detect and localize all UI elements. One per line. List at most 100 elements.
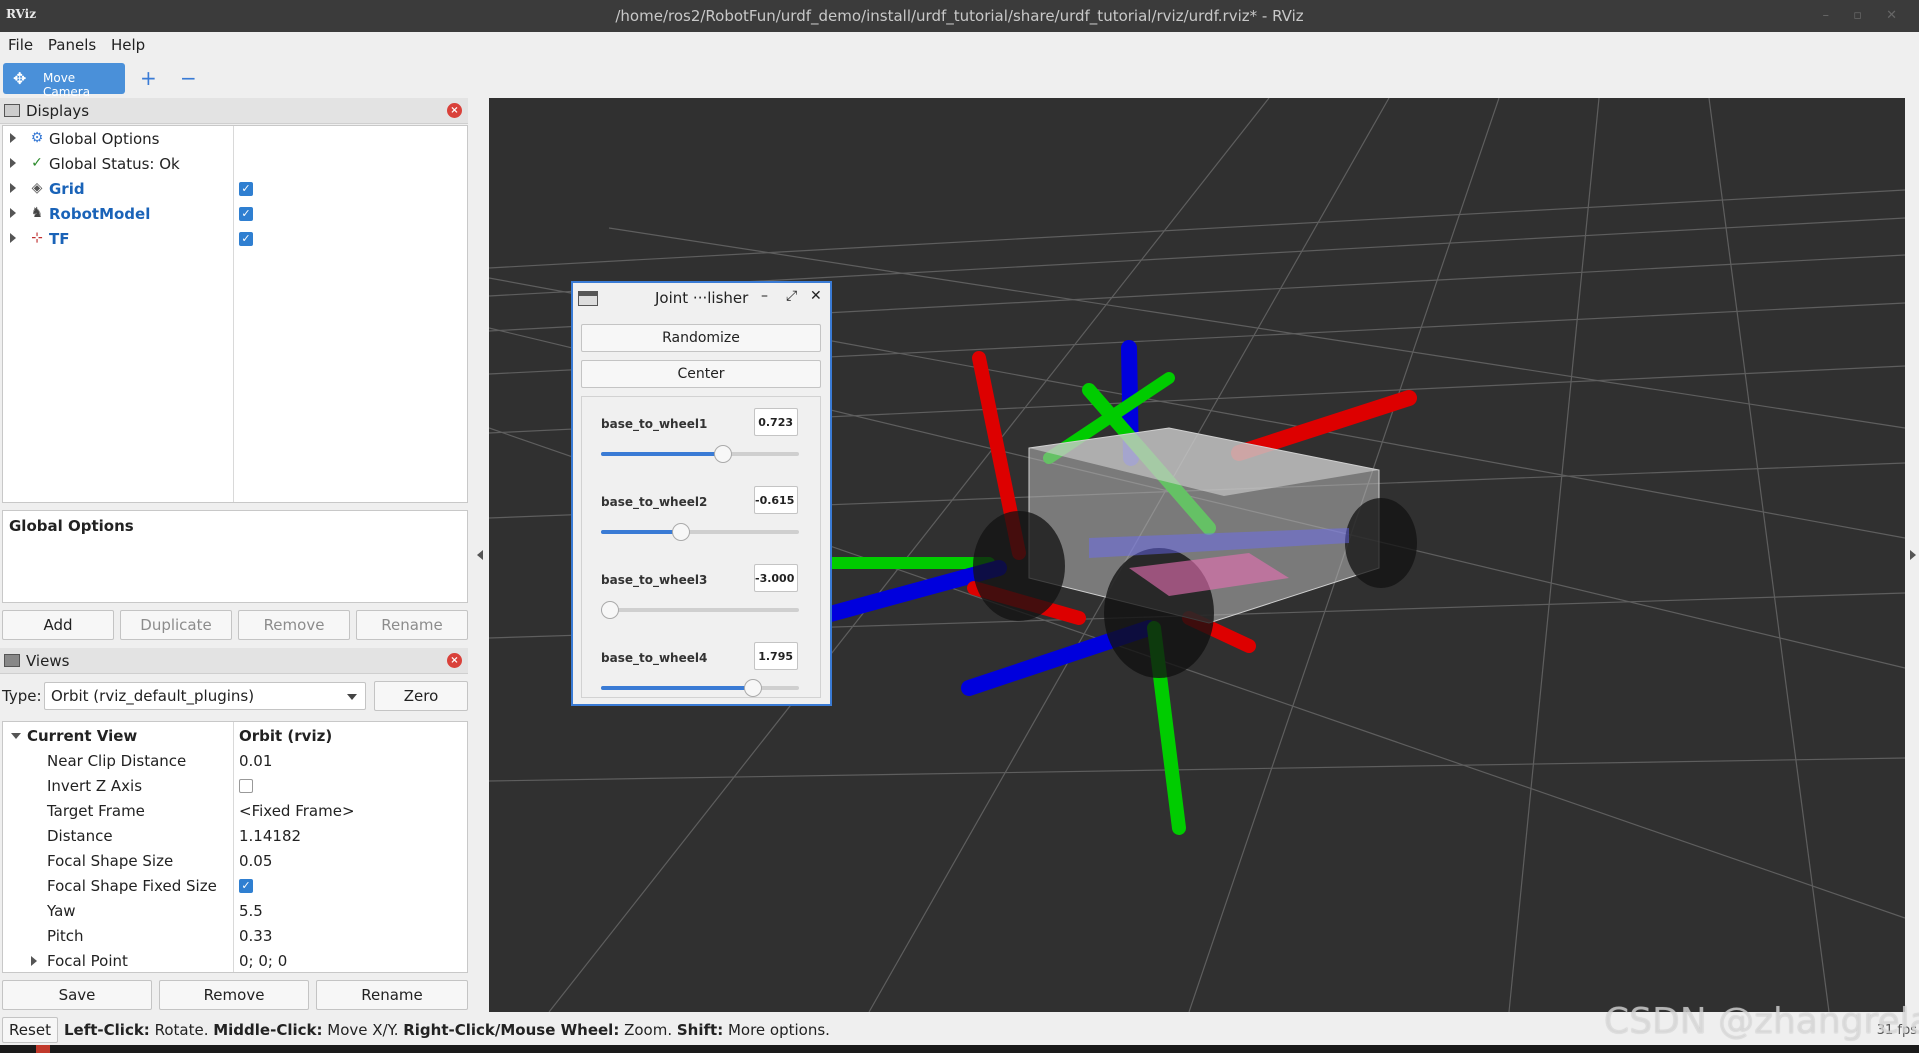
- watermark: CSDN @zhangrelay: [1604, 1001, 1919, 1042]
- prop-value[interactable]: 0.05: [239, 852, 272, 870]
- remove-display-button[interactable]: Remove: [238, 610, 350, 640]
- focal-fixed-checkbox[interactable]: ✓: [239, 879, 253, 893]
- window-controls[interactable]: – ▫ ✕: [1823, 8, 1907, 23]
- expand-arrow-icon[interactable]: [10, 208, 16, 218]
- view-prop-focal-shape-fixed[interactable]: Focal Shape Fixed Size ✓: [3, 874, 467, 899]
- displays-panel-header: Displays ×: [0, 98, 468, 124]
- current-view-row[interactable]: Current View Orbit (rviz): [3, 724, 467, 749]
- prop-key: Pitch: [47, 927, 84, 945]
- display-row-global-status[interactable]: ✓ Global Status: Ok: [3, 152, 467, 177]
- center-button[interactable]: Center: [581, 360, 821, 388]
- joint-window-title: Joint ···lisher: [655, 289, 749, 307]
- close-views-icon[interactable]: ×: [447, 653, 462, 668]
- right-dock-splitter[interactable]: [1905, 98, 1919, 1012]
- taskbar-marker: [36, 1045, 50, 1053]
- hint-key: Right-Click/Mouse Wheel:: [403, 1021, 620, 1039]
- joint-value-input[interactable]: -0.615: [754, 486, 798, 514]
- tf-enabled-checkbox[interactable]: ✓: [239, 232, 253, 246]
- close-icon[interactable]: ✕: [810, 288, 822, 304]
- view-prop-yaw[interactable]: Yaw 5.5: [3, 899, 467, 924]
- view-prop-distance[interactable]: Distance 1.14182: [3, 824, 467, 849]
- joint-name: base_to_wheel2: [601, 495, 708, 509]
- joint-name: base_to_wheel3: [601, 573, 708, 587]
- joint-slider[interactable]: [601, 445, 799, 463]
- display-row-global-options[interactable]: ⚙ Global Options: [3, 127, 467, 152]
- joint-row: base_to_wheel2 -0.615: [582, 475, 820, 553]
- display-row-grid[interactable]: ◈ Grid ✓: [3, 177, 467, 202]
- invert-z-checkbox[interactable]: [239, 779, 253, 793]
- collapse-arrow-icon[interactable]: [11, 733, 21, 739]
- view-prop-target-frame[interactable]: Target Frame <Fixed Frame>: [3, 799, 467, 824]
- add-button[interactable]: Add: [2, 610, 114, 640]
- remove-view-button[interactable]: Remove: [159, 980, 309, 1010]
- expand-arrow-icon[interactable]: [10, 233, 16, 243]
- grid-enabled-checkbox[interactable]: ✓: [239, 182, 253, 196]
- add-tool-icon[interactable]: +: [140, 66, 157, 90]
- maximize-icon[interactable]: ⤢: [786, 288, 797, 304]
- rename-view-button[interactable]: Rename: [316, 980, 468, 1010]
- joint-state-publisher-window[interactable]: Joint ···lisher – ⤢ ✕ Randomize Center b…: [571, 281, 832, 706]
- prop-value[interactable]: 1.14182: [239, 827, 301, 845]
- duplicate-button[interactable]: Duplicate: [120, 610, 232, 640]
- expand-right-icon[interactable]: [1910, 550, 1916, 560]
- prop-key: Focal Shape Size: [47, 852, 174, 870]
- prop-key: Invert Z Axis: [47, 777, 143, 795]
- prop-value[interactable]: 0.33: [239, 927, 272, 945]
- views-tree: Current View Orbit (rviz) Near Clip Dist…: [2, 721, 468, 973]
- view-prop-pitch[interactable]: Pitch 0.33: [3, 924, 467, 949]
- view-prop-invert-z[interactable]: Invert Z Axis: [3, 774, 467, 799]
- prop-key: Target Frame: [47, 802, 145, 820]
- display-label: Global Status: Ok: [49, 155, 180, 173]
- randomize-button[interactable]: Randomize: [581, 324, 821, 352]
- expand-arrow-icon[interactable]: [31, 956, 37, 966]
- slider-handle[interactable]: [671, 523, 690, 541]
- expand-arrow-icon[interactable]: [10, 133, 16, 143]
- slider-fill: [601, 530, 681, 534]
- robot-icon: ♞: [30, 205, 44, 221]
- prop-value[interactable]: 0; 0; 0: [239, 952, 287, 970]
- joint-slider[interactable]: [601, 523, 799, 541]
- menu-panels[interactable]: Panels: [40, 32, 96, 54]
- prop-value[interactable]: 5.5: [239, 902, 263, 920]
- joint-value-input[interactable]: 1.795: [754, 642, 798, 670]
- slider-fill: [601, 452, 723, 456]
- slider-handle[interactable]: [744, 679, 763, 697]
- views-panel-header: Views ×: [0, 648, 468, 674]
- display-row-tf[interactable]: ⊹ TF ✓: [3, 227, 467, 252]
- slider-handle[interactable]: [713, 445, 732, 463]
- view-prop-near-clip[interactable]: Near Clip Distance 0.01: [3, 749, 467, 774]
- robotmodel-enabled-checkbox[interactable]: ✓: [239, 207, 253, 221]
- prop-key: Focal Point: [47, 952, 128, 970]
- rename-display-button[interactable]: Rename: [356, 610, 468, 640]
- joint-window-titlebar[interactable]: Joint ···lisher – ⤢ ✕: [573, 283, 830, 313]
- expand-arrow-icon[interactable]: [10, 158, 16, 168]
- view-prop-focal-shape-size[interactable]: Focal Shape Size 0.05: [3, 849, 467, 874]
- expand-arrow-icon[interactable]: [10, 183, 16, 193]
- zero-button[interactable]: Zero: [374, 681, 468, 711]
- close-displays-icon[interactable]: ×: [447, 103, 462, 118]
- hint-text: Move X/Y.: [322, 1021, 404, 1039]
- joint-value-input[interactable]: 0.723: [754, 408, 798, 436]
- slider-handle[interactable]: [600, 601, 619, 619]
- prop-value[interactable]: <Fixed Frame>: [239, 802, 355, 820]
- prop-value[interactable]: 0.01: [239, 752, 272, 770]
- display-label: RobotModel: [49, 205, 151, 223]
- left-dock-splitter[interactable]: [473, 98, 487, 1012]
- view-type-select[interactable]: Orbit (rviz_default_plugins): [44, 682, 366, 710]
- collapse-left-icon[interactable]: [477, 550, 483, 560]
- joint-slider[interactable]: [601, 679, 799, 697]
- minimize-icon[interactable]: –: [761, 288, 768, 304]
- save-view-button[interactable]: Save: [2, 980, 152, 1010]
- menu-file[interactable]: File: [0, 32, 33, 54]
- joint-row: base_to_wheel4 1.795: [582, 631, 820, 697]
- remove-tool-icon[interactable]: −: [180, 66, 197, 90]
- menu-help[interactable]: Help: [103, 32, 145, 54]
- reset-button[interactable]: Reset: [2, 1017, 58, 1043]
- joint-slider[interactable]: [600, 601, 799, 619]
- move-camera-label: Move Camera: [43, 71, 91, 99]
- move-camera-button[interactable]: ✥ Move Camera: [3, 63, 125, 99]
- display-row-robotmodel[interactable]: ♞ RobotModel ✓: [3, 202, 467, 227]
- axes-icon: ⊹: [31, 230, 43, 246]
- joint-value-input[interactable]: -3.000: [754, 564, 798, 592]
- view-prop-focal-point[interactable]: Focal Point 0; 0; 0: [3, 949, 467, 974]
